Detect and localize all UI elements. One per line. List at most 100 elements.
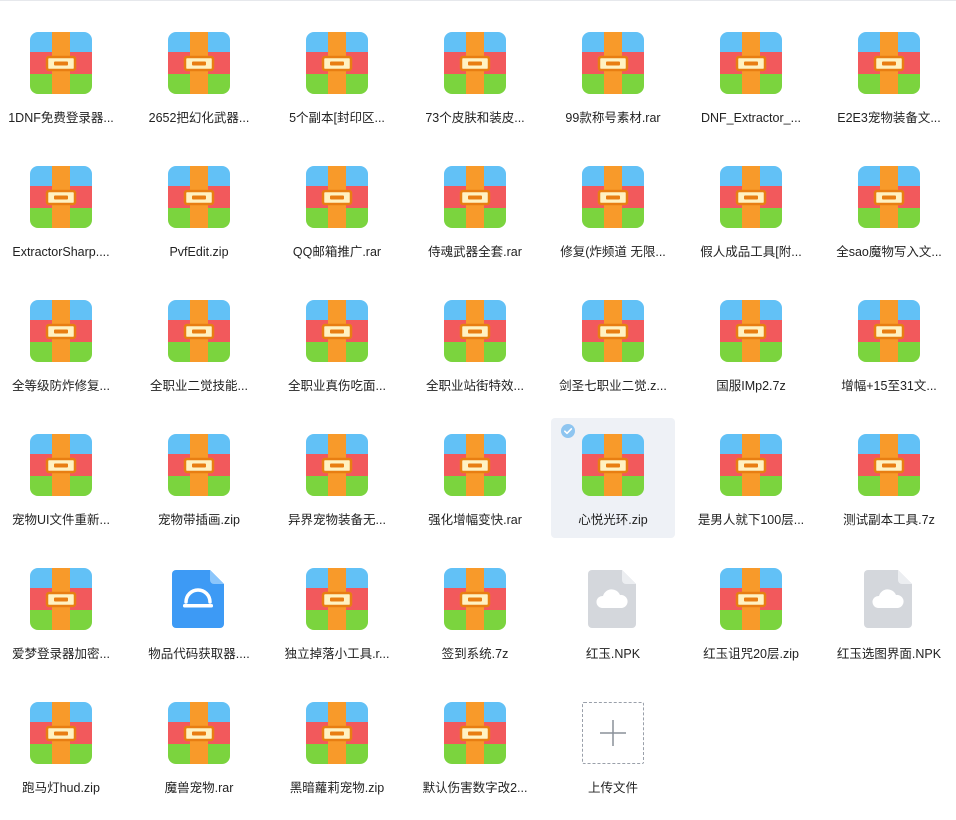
file-name: 国服IMp2.7z	[716, 379, 786, 393]
archive-file-icon	[720, 32, 782, 94]
file-item[interactable]: 黑暗蘿莉宠物.zip	[275, 686, 399, 806]
archive-file-icon	[720, 166, 782, 228]
upload-file-button[interactable]: 上传文件	[551, 686, 675, 806]
file-item[interactable]: 异界宠物装备无...	[275, 418, 399, 538]
file-item[interactable]: E2E3宠物装备文...	[827, 16, 951, 136]
file-item[interactable]: 73个皮肤和装皮...	[413, 16, 537, 136]
file-name: 全等级防炸修复...	[12, 379, 110, 393]
file-item[interactable]: 全职业站街特效...	[413, 284, 537, 404]
file-name: 物品代码获取器....	[148, 647, 250, 661]
file-item[interactable]: 心悦光环.zip	[551, 418, 675, 538]
file-item[interactable]: PvfEdit.zip	[137, 150, 261, 270]
file-name: 异界宠物装备无...	[288, 513, 386, 527]
file-name: 全职业二觉技能...	[150, 379, 248, 393]
file-item[interactable]: DNF_Extractor_...	[689, 16, 813, 136]
file-name: 魔兽宠物.rar	[164, 781, 234, 795]
file-item[interactable]: QQ邮箱推广.rar	[275, 150, 399, 270]
archive-file-icon	[306, 166, 368, 228]
file-item[interactable]: 宠物UI文件重新...	[0, 418, 123, 538]
file-name: 假人成品工具[附...	[700, 245, 802, 259]
file-item[interactable]: 红玉.NPK	[551, 552, 675, 672]
file-item[interactable]: 红玉选图界面.NPK	[827, 552, 951, 672]
file-item[interactable]: 魔兽宠物.rar	[137, 686, 261, 806]
file-item[interactable]: ExtractorSharp....	[0, 150, 123, 270]
archive-file-icon	[444, 434, 506, 496]
file-name: 剑圣七职业二觉.z...	[559, 379, 667, 393]
file-item[interactable]: 测试副本工具.7z	[827, 418, 951, 538]
file-name: 测试副本工具.7z	[843, 513, 935, 527]
archive-file-icon	[168, 300, 230, 362]
unknown-file-icon	[582, 568, 644, 630]
archive-file-icon	[168, 434, 230, 496]
file-item[interactable]: 国服IMp2.7z	[689, 284, 813, 404]
file-item[interactable]: 物品代码获取器....	[137, 552, 261, 672]
file-item[interactable]: 99款称号素材.rar	[551, 16, 675, 136]
archive-file-icon	[306, 32, 368, 94]
archive-file-icon	[168, 32, 230, 94]
file-name: 跑马灯hud.zip	[22, 781, 100, 795]
file-name: 全职业站街特效...	[426, 379, 524, 393]
upload-label: 上传文件	[587, 781, 638, 795]
file-item[interactable]: 默认伤害数字改2...	[413, 686, 537, 806]
file-name: QQ邮箱推广.rar	[292, 245, 382, 259]
archive-file-icon	[30, 702, 92, 764]
file-item[interactable]: 全sao魔物写入文...	[827, 150, 951, 270]
file-item[interactable]: 强化增幅变快.rar	[413, 418, 537, 538]
file-item[interactable]: 修复(炸频道 无限...	[551, 150, 675, 270]
app-file-icon	[168, 568, 230, 630]
archive-file-icon	[582, 434, 644, 496]
file-item[interactable]: 爱梦登录器加密...	[0, 552, 123, 672]
archive-file-icon	[858, 434, 920, 496]
archive-file-icon	[444, 568, 506, 630]
file-name: 99款称号素材.rar	[565, 111, 661, 125]
file-name: 红玉选图界面.NPK	[836, 647, 942, 661]
archive-file-icon	[720, 434, 782, 496]
archive-file-icon	[582, 166, 644, 228]
file-item[interactable]: 宠物带插画.zip	[137, 418, 261, 538]
file-item[interactable]: 1DNF免费登录器...	[0, 16, 123, 136]
archive-file-icon	[444, 300, 506, 362]
file-item[interactable]: 侍魂武器全套.rar	[413, 150, 537, 270]
file-grid: 1DNF免费登录器... 2652把幻化武器... 5个副本[封印区... 73…	[0, 0, 956, 820]
file-item[interactable]: 剑圣七职业二觉.z...	[551, 284, 675, 404]
file-item[interactable]: 2652把幻化武器...	[137, 16, 261, 136]
plus-icon[interactable]	[582, 702, 644, 764]
archive-file-icon	[30, 166, 92, 228]
archive-file-icon	[168, 166, 230, 228]
check-icon[interactable]	[561, 424, 575, 438]
file-name: 红玉.NPK	[585, 647, 641, 661]
archive-file-icon	[444, 702, 506, 764]
file-item[interactable]: 增幅+15至31文...	[827, 284, 951, 404]
archive-file-icon	[444, 166, 506, 228]
file-item[interactable]: 跑马灯hud.zip	[0, 686, 123, 806]
archive-file-icon	[168, 702, 230, 764]
archive-file-icon	[306, 702, 368, 764]
file-name: E2E3宠物装备文...	[837, 111, 941, 125]
file-item[interactable]: 假人成品工具[附...	[689, 150, 813, 270]
file-item[interactable]: 全职业二觉技能...	[137, 284, 261, 404]
file-name: 强化增幅变快.rar	[428, 513, 522, 527]
file-item[interactable]: 签到系统.7z	[413, 552, 537, 672]
file-name: 黑暗蘿莉宠物.zip	[289, 781, 385, 795]
file-name: 全职业真伤吃面...	[288, 379, 386, 393]
file-name: 全sao魔物写入文...	[836, 245, 942, 259]
file-name: 宠物UI文件重新...	[12, 513, 110, 527]
file-name: 爱梦登录器加密...	[12, 647, 110, 661]
file-name: 宠物带插画.zip	[158, 513, 240, 527]
file-item[interactable]: 全职业真伤吃面...	[275, 284, 399, 404]
file-item[interactable]: 独立掉落小工具.r...	[275, 552, 399, 672]
archive-file-icon	[30, 434, 92, 496]
file-item[interactable]: 红玉诅咒20层.zip	[689, 552, 813, 672]
file-item[interactable]: 5个副本[封印区...	[275, 16, 399, 136]
file-name: 增幅+15至31文...	[841, 379, 937, 393]
archive-file-icon	[30, 32, 92, 94]
archive-file-icon	[30, 568, 92, 630]
unknown-file-icon	[858, 568, 920, 630]
file-name: 红玉诅咒20层.zip	[703, 647, 799, 661]
file-item[interactable]: 是男人就下100层...	[689, 418, 813, 538]
file-name: 是男人就下100层...	[697, 513, 805, 527]
file-name: 5个副本[封印区...	[289, 111, 385, 125]
archive-file-icon	[720, 300, 782, 362]
file-item[interactable]: 全等级防炸修复...	[0, 284, 123, 404]
file-name: 侍魂武器全套.rar	[428, 245, 522, 259]
